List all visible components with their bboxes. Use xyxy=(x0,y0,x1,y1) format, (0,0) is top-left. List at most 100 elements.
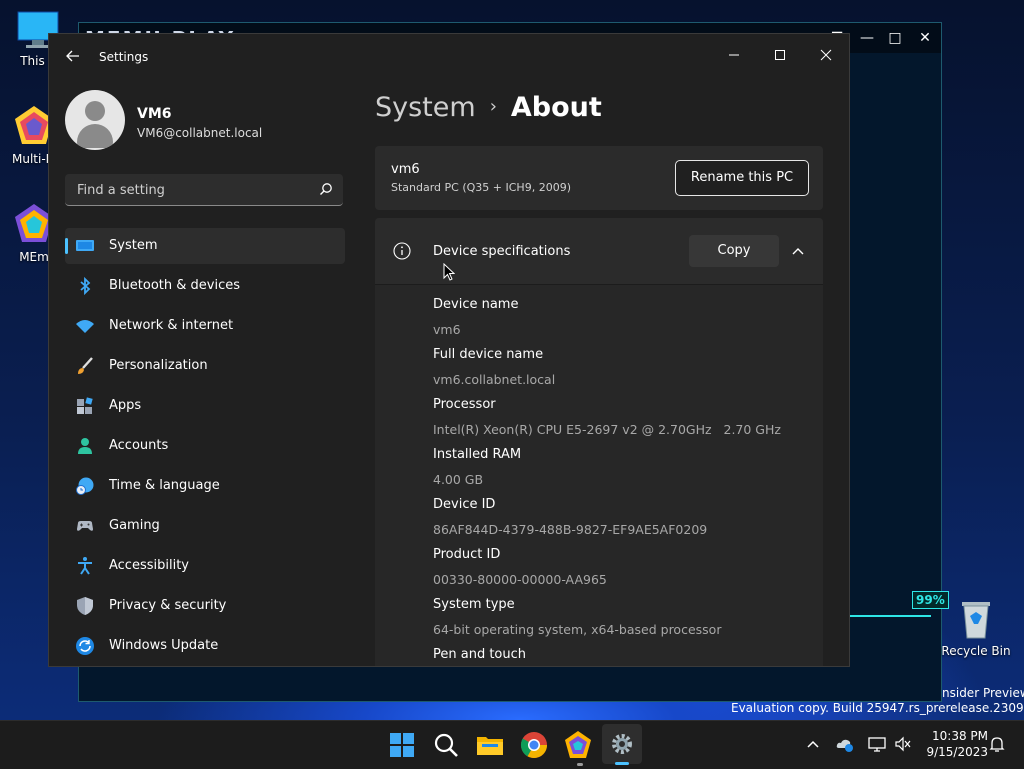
settings-gear-icon xyxy=(612,734,632,754)
spec-label: System type xyxy=(433,597,515,612)
sidebar-item-accounts[interactable]: Accounts xyxy=(65,428,345,464)
spec-value: 64-bit operating system, x64-based proce… xyxy=(433,622,722,637)
maximize-button[interactable] xyxy=(757,42,803,72)
system-icon xyxy=(76,240,94,251)
sidebar-item-personalization[interactable]: Personalization xyxy=(65,348,345,384)
spec-label: Product ID xyxy=(433,547,501,562)
page-title: About xyxy=(510,92,602,123)
start-button-windows-icon[interactable] xyxy=(386,729,418,761)
memu-taskbar-icon[interactable] xyxy=(562,729,594,761)
chevron-up-icon[interactable] xyxy=(789,242,807,260)
spec-row-system-type: System type 64-bit operating system, x64… xyxy=(433,596,813,646)
sidebar-item-label: Apps xyxy=(109,398,142,413)
person-icon xyxy=(78,438,92,454)
accessibility-icon xyxy=(78,557,92,575)
device-specifications-card: Device specifications Copy Device name v… xyxy=(375,218,823,666)
watermark-insider-preview: nsider Preview xyxy=(942,686,1024,700)
apps-icon xyxy=(77,397,93,414)
search-box[interactable] xyxy=(65,174,343,206)
spec-row-pen-touch: Pen and touch xyxy=(433,646,813,666)
search-icon[interactable] xyxy=(319,182,333,196)
sidebar-item-label: Personalization xyxy=(109,358,208,373)
sidebar-item-label: Privacy & security xyxy=(109,598,227,613)
close-button[interactable] xyxy=(803,42,849,72)
back-button[interactable] xyxy=(63,48,83,68)
spec-value: Intel(R) Xeon(R) CPU E5-2697 v2 @ 2.70GH… xyxy=(433,422,781,437)
taskbar xyxy=(0,720,1024,769)
spec-value: vm6.collabnet.local xyxy=(433,372,556,387)
minimize-button[interactable] xyxy=(711,42,757,72)
copy-button[interactable]: Copy xyxy=(689,235,779,267)
settings-titlebar[interactable]: Settings xyxy=(49,34,849,82)
background-app-maximize-icon[interactable]: □ xyxy=(885,29,905,47)
background-app-minimize-icon[interactable]: — xyxy=(857,29,877,47)
spec-value: vm6 xyxy=(433,322,461,337)
spec-row-installed-ram: Installed RAM 4.00 GB xyxy=(433,446,813,496)
sidebar-item-privacy-security[interactable]: Privacy & security xyxy=(65,588,345,624)
sidebar-item-system[interactable]: System xyxy=(65,228,345,264)
recycle-bin-label: Recycle Bin xyxy=(941,644,1011,658)
taskbar-search-icon[interactable] xyxy=(430,729,462,761)
sidebar-item-label: Windows Update xyxy=(109,638,219,653)
device-specifications-title: Device specifications xyxy=(433,244,571,259)
pc-name-card: vm6 Standard PC (Q35 + ICH9, 2009) Renam… xyxy=(375,146,823,210)
spec-row-full-device-name: Full device name vm6.collabnet.local xyxy=(433,346,813,396)
spec-label: Pen and touch xyxy=(433,647,527,662)
spec-label: Device ID xyxy=(433,497,496,512)
recycle-bin-icon xyxy=(962,602,990,639)
rename-pc-button[interactable]: Rename this PC xyxy=(675,160,809,196)
spec-row-processor: Processor Intel(R) Xeon(R) CPU E5-2697 v… xyxy=(433,396,813,446)
sidebar-item-label: Gaming xyxy=(109,518,160,533)
sidebar-nav: System Bluetooth & devices Network & int… xyxy=(65,228,345,666)
window-title: Settings xyxy=(99,50,149,64)
sidebar-item-time-language[interactable]: Time & language xyxy=(65,468,345,504)
memu-running-indicator xyxy=(577,763,583,766)
spec-row-product-id: Product ID 00330-80000-00000-AA965 xyxy=(433,546,813,596)
spec-value: 00330-80000-00000-AA965 xyxy=(433,572,607,587)
content-pane: System › About vm6 Standard PC (Q35 + ICH9… xyxy=(375,82,849,666)
profile-email: VM6@collabnet.local xyxy=(137,126,263,140)
chrome-icon[interactable] xyxy=(518,729,550,761)
sidebar-item-network[interactable]: Network & internet xyxy=(65,308,345,344)
spec-label: Installed RAM xyxy=(433,447,522,462)
watermark-build: Evaluation copy. Build 25947.rs_prerelea… xyxy=(731,701,1024,715)
sidebar-item-bluetooth[interactable]: Bluetooth & devices xyxy=(65,268,345,304)
clock-globe-icon xyxy=(76,477,94,495)
search-input[interactable] xyxy=(75,174,309,206)
desktop-icon-label: MEm xyxy=(19,250,49,264)
sidebar-item-gaming[interactable]: Gaming xyxy=(65,508,345,544)
background-app-close-icon[interactable]: ✕ xyxy=(915,29,935,47)
wifi-icon xyxy=(76,320,94,333)
info-icon xyxy=(393,242,411,260)
file-explorer-icon[interactable] xyxy=(474,729,506,761)
spec-value: 4.00 GB xyxy=(433,472,484,487)
sidebar-item-apps[interactable]: Apps xyxy=(65,388,345,424)
settings-window[interactable]: Settings VM6 VM6@collabnet.local Find a … xyxy=(48,33,850,667)
spec-row-device-name: Device name vm6 xyxy=(433,296,813,346)
breadcrumb-separator: › xyxy=(489,96,497,117)
pc-model: Standard PC (Q35 + ICH9, 2009) xyxy=(391,181,571,194)
sidebar-item-label: System xyxy=(109,238,158,253)
sidebar-item-label: Network & internet xyxy=(109,318,234,333)
breadcrumb: System › About xyxy=(375,92,602,123)
arrow-left-icon xyxy=(66,50,79,62)
maximize-icon xyxy=(775,50,785,60)
spec-value: 86AF844D-4379-488B-9827-EF9AE5AF0209 xyxy=(433,522,708,537)
settings-taskbar-button[interactable] xyxy=(602,724,642,764)
settings-active-indicator xyxy=(615,762,629,765)
pc-name: vm6 xyxy=(391,162,420,177)
spec-label: Full device name xyxy=(433,347,544,362)
bluetooth-icon xyxy=(80,276,91,296)
sidebar-item-windows-update[interactable]: Windows Update xyxy=(65,628,345,664)
spec-label: Device name xyxy=(433,297,519,312)
desktop-icon-recycle-bin[interactable]: Recycle Bin xyxy=(940,596,1012,658)
profile-name: VM6 xyxy=(137,106,172,122)
sidebar-item-accessibility[interactable]: Accessibility xyxy=(65,548,345,584)
avatar[interactable] xyxy=(65,90,125,150)
close-icon xyxy=(820,49,832,61)
breadcrumb-root[interactable]: System xyxy=(375,92,476,123)
sidebar-item-label: Accounts xyxy=(109,438,169,453)
spec-list: Device name vm6 Full device name vm6.col… xyxy=(433,296,813,666)
spec-row-device-id: Device ID 86AF844D-4379-488B-9827-EF9AE5… xyxy=(433,496,813,546)
brush-icon xyxy=(78,357,93,374)
